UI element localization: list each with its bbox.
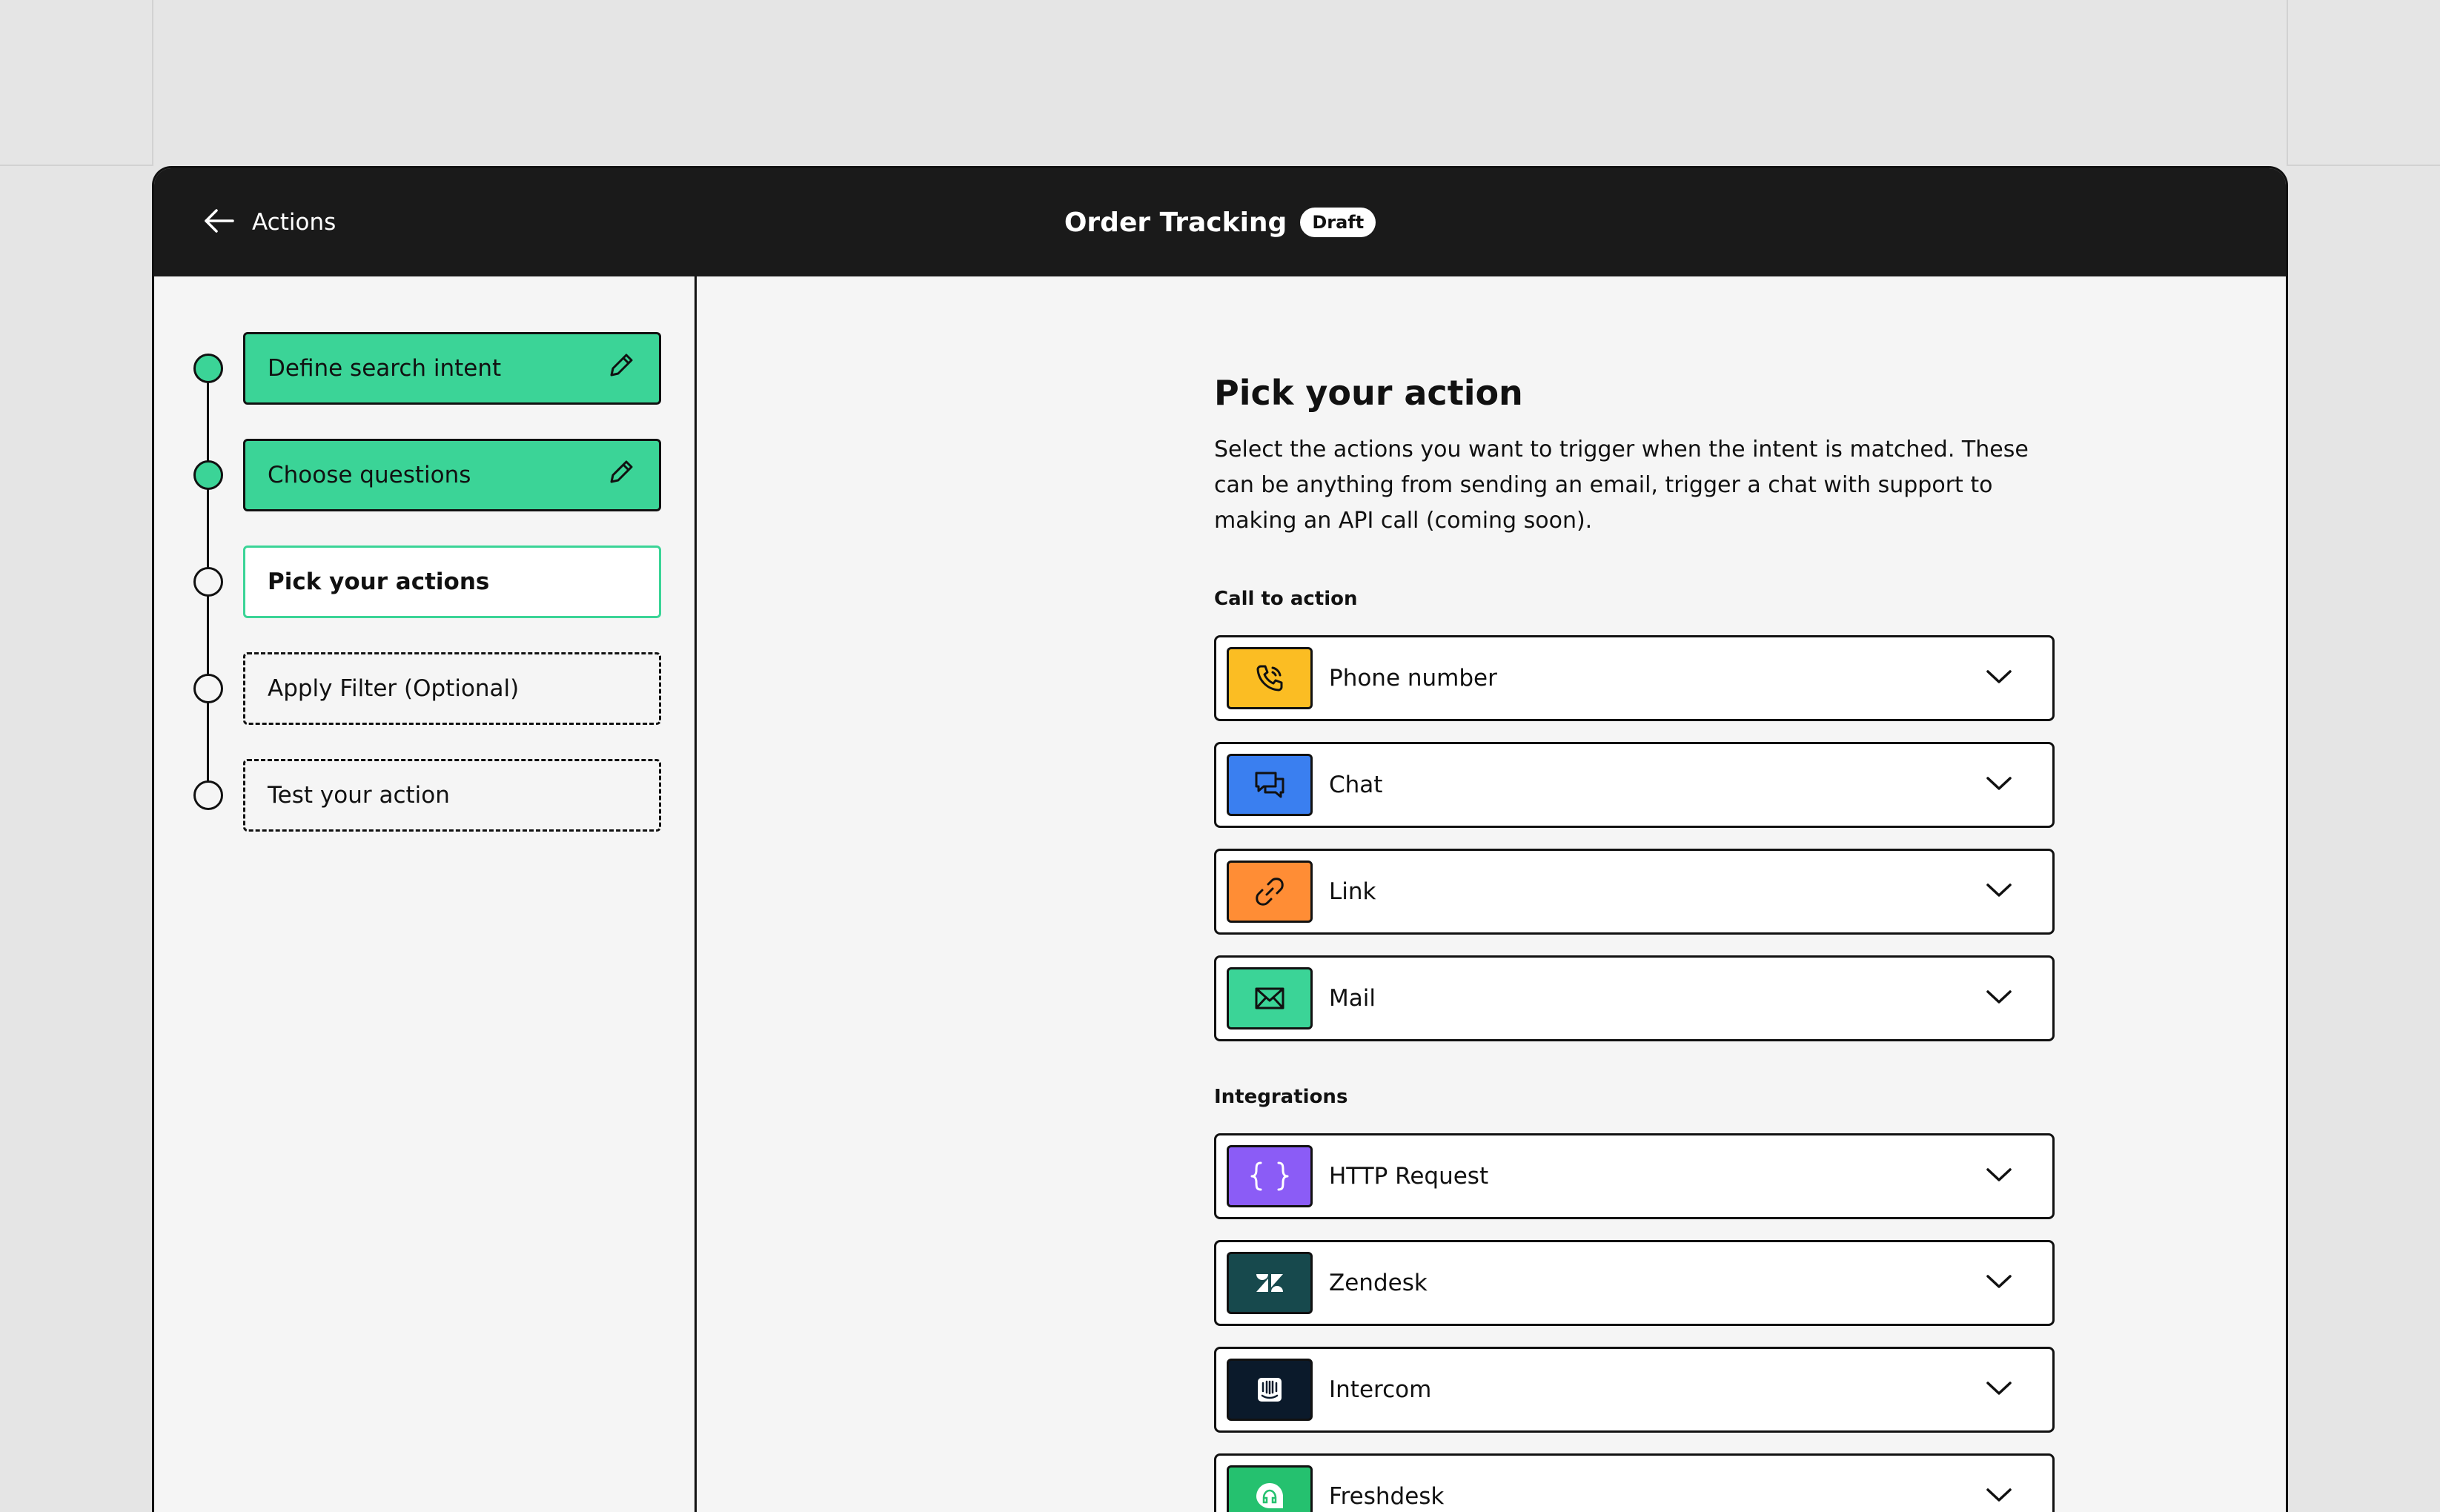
action-chat[interactable]: Chat <box>1214 742 2055 828</box>
integration-intercom[interactable]: Intercom <box>1214 1347 2055 1433</box>
action-phone-number[interactable]: Phone number <box>1214 635 2055 721</box>
mail-icon <box>1227 967 1313 1029</box>
section-heading: Pick your action <box>1214 373 1523 413</box>
freshdesk-icon <box>1227 1465 1313 1512</box>
chevron-down-icon <box>1986 881 2012 902</box>
action-label: Phone number <box>1329 665 1497 692</box>
chevron-down-icon <box>1986 1166 2012 1187</box>
step-define-search-intent[interactable]: Define search intent <box>243 332 661 405</box>
braces-icon <box>1227 1145 1313 1207</box>
step-dot-filter <box>193 674 223 703</box>
phone-icon <box>1227 647 1313 709</box>
step-label: Choose questions <box>268 462 471 488</box>
step-label: Define search intent <box>268 355 502 382</box>
step-choose-questions[interactable]: Choose questions <box>243 439 661 511</box>
guide-line-top-left <box>0 165 152 166</box>
status-badge: Draft <box>1300 208 1376 237</box>
integration-zendesk[interactable]: Zendesk <box>1214 1240 2055 1326</box>
link-icon <box>1227 861 1313 923</box>
action-link[interactable]: Link <box>1214 849 2055 935</box>
step-dot-actions <box>193 567 223 597</box>
intercom-icon <box>1227 1359 1313 1421</box>
step-label: Test your action <box>268 782 450 809</box>
pencil-icon[interactable] <box>606 457 637 494</box>
chevron-down-icon <box>1986 668 2012 689</box>
step-test-your-action[interactable]: Test your action <box>243 759 661 832</box>
action-label: Link <box>1329 878 1376 905</box>
chevron-down-icon <box>1986 1486 2012 1507</box>
action-label: Chat <box>1329 772 1383 798</box>
action-label: Mail <box>1329 985 1376 1012</box>
integration-http-request[interactable]: HTTP Request <box>1214 1133 2055 1219</box>
integration-label: HTTP Request <box>1329 1163 1489 1190</box>
step-dot-test <box>193 780 223 810</box>
pencil-icon[interactable] <box>606 350 637 387</box>
integrations-section-label: Integrations <box>1214 1086 1348 1108</box>
top-bar: Actions Order Tracking Draft <box>154 168 2286 276</box>
zendesk-icon <box>1227 1252 1313 1314</box>
guide-line-left <box>152 0 153 166</box>
page-title: Order Tracking <box>1064 207 1287 238</box>
step-dot-define <box>193 354 223 383</box>
title-area: Order Tracking Draft <box>154 201 2286 244</box>
chat-icon <box>1227 754 1313 816</box>
step-label: Apply Filter (Optional) <box>268 675 520 702</box>
section-description: Select the actions you want to trigger w… <box>1214 437 2029 534</box>
integration-label: Zendesk <box>1329 1270 1428 1296</box>
chevron-down-icon <box>1986 1273 2012 1293</box>
step-apply-filter[interactable]: Apply Filter (Optional) <box>243 652 661 725</box>
integration-label: Freshdesk <box>1329 1483 1445 1510</box>
integration-label: Intercom <box>1329 1376 1432 1403</box>
steps-sidebar: Define search intent Choose questions Pi… <box>154 276 697 1512</box>
action-mail[interactable]: Mail <box>1214 955 2055 1041</box>
guide-line-right <box>2287 0 2288 166</box>
step-pick-your-actions[interactable]: Pick your actions <box>243 546 661 618</box>
cta-section-label: Call to action <box>1214 588 1358 610</box>
step-dot-questions <box>193 460 223 490</box>
chevron-down-icon <box>1986 988 2012 1009</box>
integration-freshdesk[interactable]: Freshdesk <box>1214 1453 2055 1512</box>
chevron-down-icon <box>1986 1379 2012 1400</box>
step-label: Pick your actions <box>268 568 490 595</box>
guide-line-top-right <box>2288 165 2440 166</box>
app-window: Actions Order Tracking Draft Define sear… <box>152 166 2288 1512</box>
chevron-down-icon <box>1986 775 2012 795</box>
